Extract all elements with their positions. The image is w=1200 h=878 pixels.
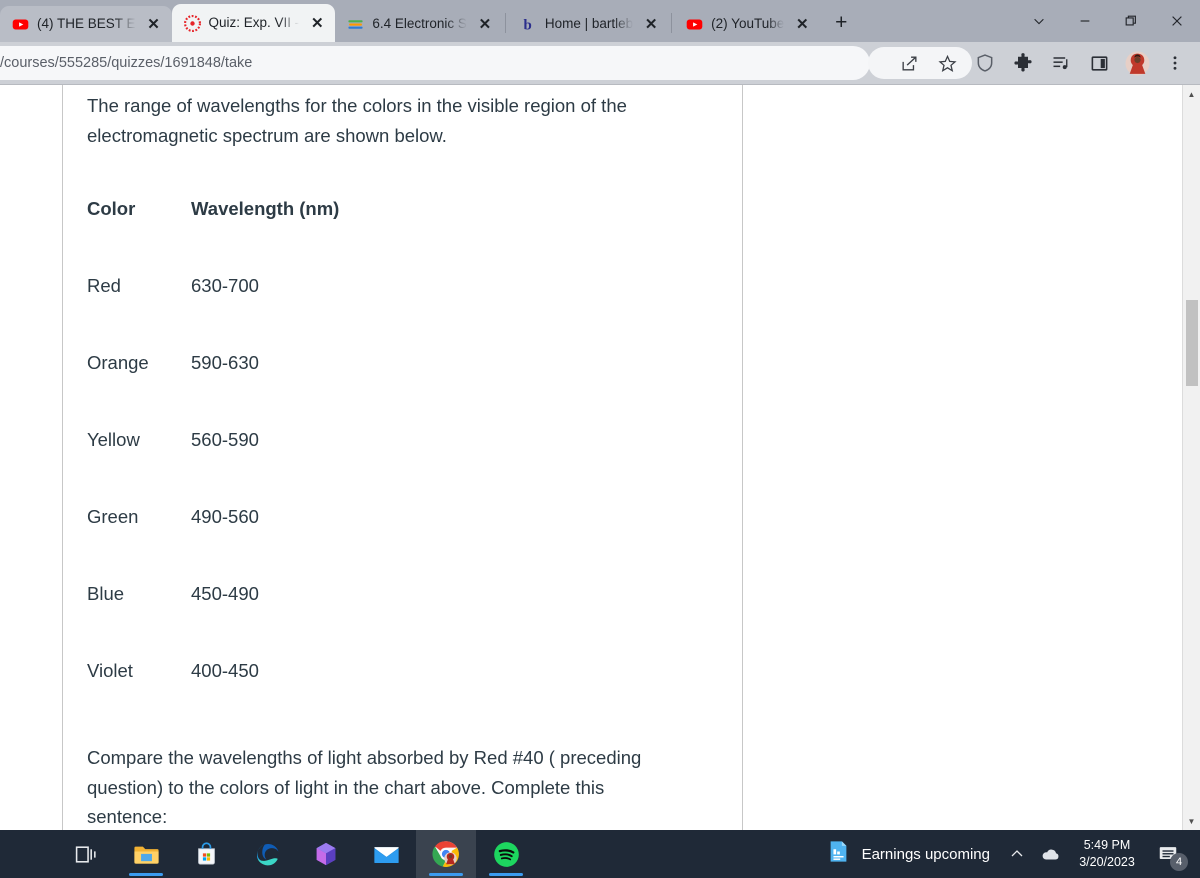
taskbar-system-tray: Earnings upcoming 5:49 PM 3/20/2023 4	[815, 830, 1190, 878]
cell-color: Violet	[87, 660, 133, 681]
profile-avatar-icon[interactable]	[1120, 46, 1154, 80]
clock-date: 3/20/2023	[1079, 855, 1135, 869]
tab-search-chevron-icon[interactable]	[1016, 5, 1062, 37]
tab-divider	[671, 13, 673, 33]
browser-tab-2-title: Quiz: Exp. VII -	[208, 15, 300, 30]
bartleby-icon: b	[520, 16, 537, 33]
svg-text:b: b	[523, 17, 531, 33]
table-row: Violet 400-450	[87, 660, 339, 737]
browser-tab-2-close[interactable]: ✕	[307, 13, 327, 33]
file-explorer-icon[interactable]	[116, 830, 176, 878]
canvas-icon	[183, 14, 201, 32]
scroll-up-arrow-icon[interactable]: ▲	[1183, 85, 1200, 103]
browser-window: (4) THE BEST E ✕ Quiz: Exp. VII - ✕ 6.4 …	[0, 0, 1200, 830]
cell-wavelength: 450-490	[191, 583, 259, 604]
browser-tab-1[interactable]: (4) THE BEST E ✕	[0, 6, 172, 42]
edge-icon[interactable]	[236, 830, 296, 878]
table-header-row: Color Wavelength (nm)	[87, 198, 339, 275]
cell-wavelength: 590-630	[191, 352, 259, 373]
url-text: /courses/555285/quizzes/1691848/take	[0, 55, 253, 71]
cell-wavelength: 560-590	[191, 429, 259, 450]
browser-tab-4-title: Home | bartleb	[544, 16, 634, 31]
table-header-color: Color	[87, 198, 136, 219]
cell-color: Red	[87, 275, 121, 296]
cell-color: Orange	[87, 352, 149, 373]
cell-wavelength: 630-700	[191, 275, 259, 296]
minimize-icon[interactable]	[1062, 5, 1108, 37]
page-content: The range of wavelengths for the colors …	[0, 85, 1182, 830]
table-row: Orange 590-630	[87, 352, 339, 429]
cell-wavelength: 490-560	[191, 506, 259, 527]
scroll-down-arrow-icon[interactable]: ▼	[1183, 812, 1200, 830]
spotify-icon[interactable]	[476, 830, 536, 878]
task-view-icon[interactable]	[56, 830, 116, 878]
browser-tab-4-close[interactable]: ✕	[641, 14, 661, 34]
table-row: Yellow 560-590	[87, 429, 339, 506]
cell-color: Yellow	[87, 429, 140, 450]
news-label: Earnings upcoming	[861, 845, 990, 863]
browser-tab-4[interactable]: b Home | bartleb ✕	[508, 6, 669, 42]
table-row: Blue 450-490	[87, 583, 339, 660]
office-icon[interactable]	[296, 830, 356, 878]
table-header-wavelength: Wavelength (nm)	[191, 198, 340, 219]
browser-tab-3[interactable]: 6.4 Electronic S ✕	[335, 6, 503, 42]
media-playlist-icon[interactable]	[1044, 46, 1078, 80]
quiz-question-panel: The range of wavelengths for the colors …	[62, 85, 743, 830]
cell-wavelength: 400-450	[191, 660, 259, 681]
chevron-up-icon[interactable]	[1000, 830, 1034, 878]
taskbar-clock[interactable]: 5:49 PM 3/20/2023	[1068, 837, 1146, 871]
new-tab-button[interactable]: +	[826, 8, 856, 38]
microsoft-store-icon[interactable]	[176, 830, 236, 878]
favorite-star-icon[interactable]	[930, 46, 964, 80]
youtube-icon	[12, 16, 29, 33]
cell-color: Green	[87, 506, 139, 527]
notification-badge: 4	[1170, 853, 1188, 871]
split-screen-icon[interactable]	[1082, 46, 1116, 80]
clock-time: 5:49 PM	[1083, 838, 1131, 852]
window-controls	[1016, 0, 1200, 42]
taskbar-apps	[0, 830, 536, 878]
browser-tab-5-title: (2) YouTube	[711, 16, 785, 31]
table-row: Green 490-560	[87, 506, 339, 583]
close-icon[interactable]	[1154, 5, 1200, 37]
browser-tab-1-title: (4) THE BEST E	[37, 16, 136, 31]
more-menu-icon[interactable]	[1158, 46, 1192, 80]
windows-taskbar: Earnings upcoming 5:49 PM 3/20/2023 4	[0, 830, 1200, 878]
table-row: Red 630-700	[87, 275, 339, 352]
quiz-prompt-text: Compare the wavelengths of light absorbe…	[87, 747, 642, 827]
browser-tab-5[interactable]: (2) YouTube ✕	[674, 6, 820, 42]
news-article-icon	[825, 838, 852, 870]
scroll-thumb[interactable]	[1186, 300, 1198, 386]
browser-tab-1-close[interactable]: ✕	[144, 14, 164, 34]
page-scrollbar[interactable]: ▲ ▼	[1182, 85, 1200, 830]
browser-tab-5-close[interactable]: ✕	[792, 14, 812, 34]
chrome-icon[interactable]	[416, 830, 476, 878]
page-viewport: The range of wavelengths for the colors …	[0, 84, 1200, 830]
tracking-shield-icon[interactable]	[968, 46, 1002, 80]
cloud-icon[interactable]	[1034, 830, 1068, 878]
youtube-icon	[686, 16, 703, 33]
quiz-intro-text: The range of wavelengths for the colors …	[87, 95, 627, 146]
tab-divider	[504, 13, 506, 33]
wavelength-table: Color Wavelength (nm) Red 630-700 Orange…	[87, 198, 339, 737]
address-bar[interactable]: /courses/555285/quizzes/1691848/take	[0, 46, 870, 80]
tab-strip: (4) THE BEST E ✕ Quiz: Exp. VII - ✕ 6.4 …	[0, 0, 1200, 42]
browser-tab-2[interactable]: Quiz: Exp. VII - ✕	[171, 4, 336, 42]
browser-tab-3-close[interactable]: ✕	[475, 14, 495, 34]
mail-icon[interactable]	[356, 830, 416, 878]
books-icon	[347, 16, 364, 33]
share-icon[interactable]	[892, 46, 926, 80]
extensions-puzzle-icon[interactable]	[1006, 46, 1040, 80]
browser-tab-3-title: 6.4 Electronic S	[372, 16, 467, 31]
notification-center-button[interactable]: 4	[1146, 830, 1190, 878]
browser-toolbar: /courses/555285/quizzes/1691848/take	[0, 42, 1200, 84]
cell-color: Blue	[87, 583, 125, 604]
restore-icon[interactable]	[1108, 5, 1154, 37]
toolbar-icons	[892, 42, 1192, 84]
news-weather-widget[interactable]: Earnings upcoming	[815, 838, 1000, 870]
